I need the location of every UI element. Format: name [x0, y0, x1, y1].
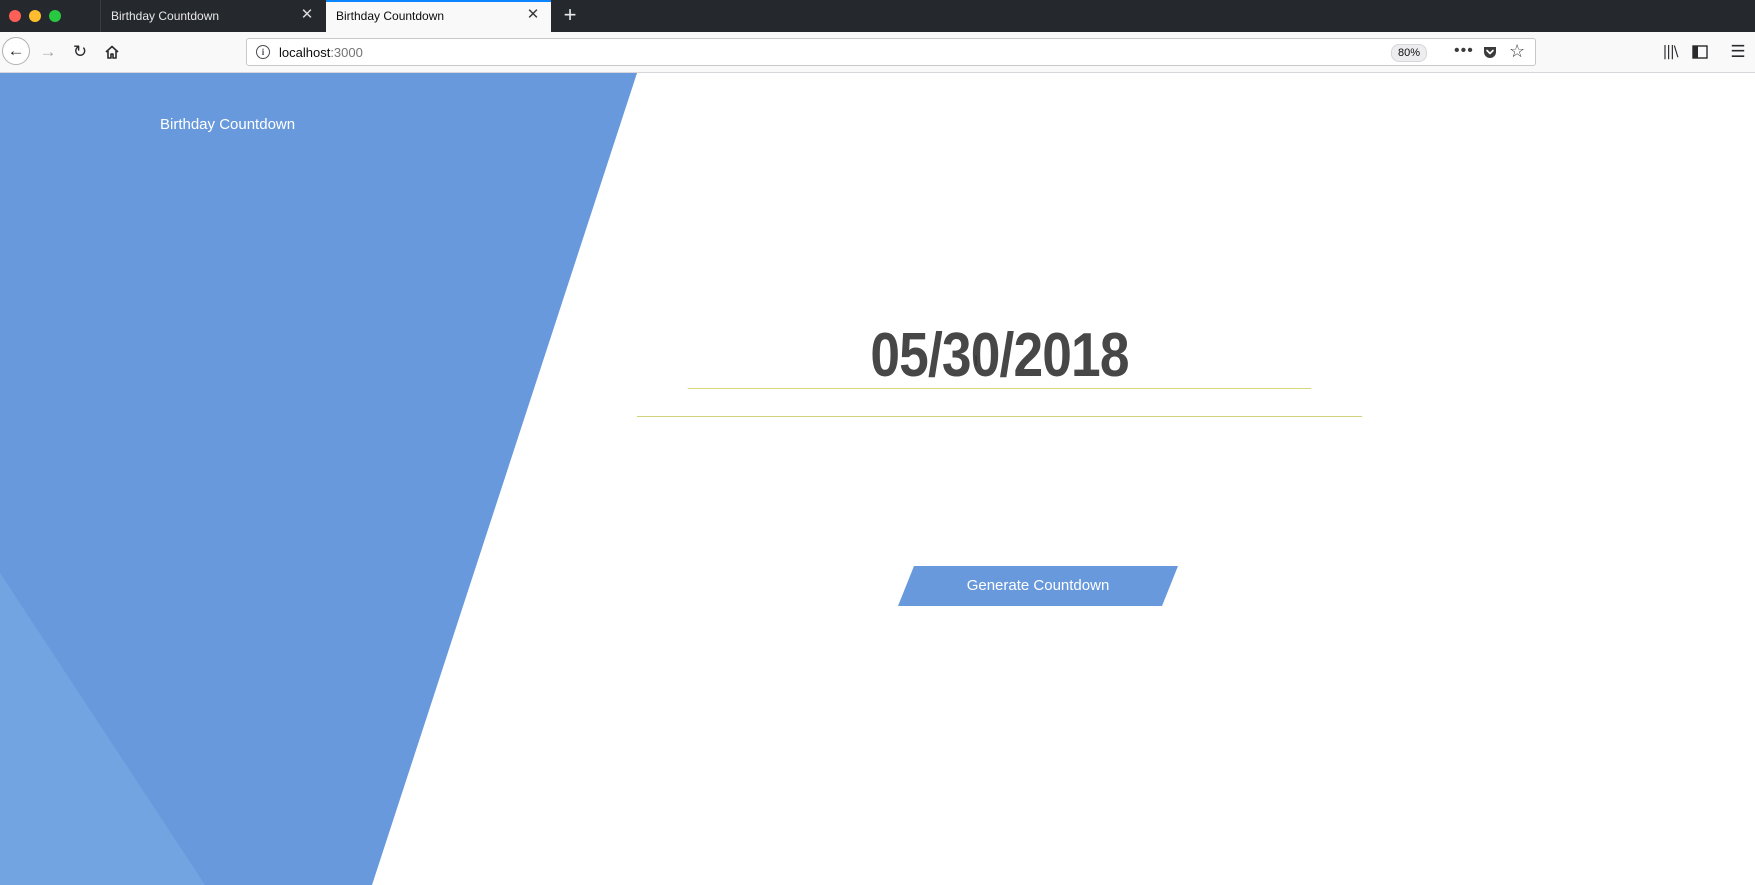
zoom-indicator[interactable]: 80% [1391, 44, 1428, 62]
more-icon[interactable]: ••• [1454, 42, 1474, 60]
star-icon[interactable]: ☆ [1509, 41, 1525, 62]
new-tab-button[interactable]: + [558, 3, 582, 27]
generate-countdown-label: Generate Countdown [966, 577, 1110, 594]
tab-strip: Birthday Countdown ✕ Birthday Countdown … [0, 0, 1755, 32]
generate-countdown-button[interactable]: Generate Countdown [898, 566, 1178, 606]
info-icon[interactable]: i [256, 45, 270, 59]
url-text[interactable]: localhost:3000 [279, 45, 363, 60]
window-minimize-button[interactable] [29, 10, 41, 22]
text-cursor-icon: I [974, 354, 979, 370]
close-icon[interactable]: ✕ [299, 7, 315, 23]
tab-title: Birthday Countdown [336, 9, 445, 23]
tab-title: Birthday Countdown [111, 9, 220, 23]
pocket-icon[interactable] [1482, 44, 1498, 60]
arrow-right-icon: → [39, 42, 57, 61]
hamburger-menu-icon[interactable]: ☰ [1726, 40, 1750, 64]
library-icon[interactable]: |||\ [1658, 40, 1682, 64]
reload-button[interactable]: ↻ [68, 40, 92, 64]
arrow-left-icon: ← [7, 41, 25, 60]
close-icon[interactable]: ✕ [525, 7, 541, 23]
window-close-button[interactable] [9, 10, 21, 22]
page-content: Birthday Countdown I Generate Countdown [0, 73, 1755, 885]
url-host: localhost [279, 45, 331, 60]
birthday-date-input[interactable] [687, 323, 1312, 389]
browser-tab-active[interactable]: Birthday Countdown ✕ [326, 0, 551, 32]
window-zoom-button[interactable] [49, 10, 61, 22]
url-port: :3000 [330, 45, 363, 60]
forward-button[interactable]: → [36, 40, 60, 64]
date-input-underline [637, 416, 1362, 417]
sidebar-icon[interactable] [1688, 40, 1712, 64]
browser-tab-inactive[interactable]: Birthday Countdown ✕ [100, 0, 325, 32]
address-bar[interactable]: i localhost:3000 80% ••• ☆ [246, 38, 1536, 66]
home-button[interactable] [100, 40, 124, 64]
home-icon [105, 45, 119, 59]
background-shape [0, 73, 637, 885]
back-button[interactable]: ← [2, 37, 30, 65]
reload-icon: ↻ [72, 42, 88, 61]
navigation-toolbar: ← → ↻ i localhost:3000 80% ••• ☆ |||\ ☰ [0, 32, 1755, 73]
app-brand[interactable]: Birthday Countdown [160, 116, 295, 133]
